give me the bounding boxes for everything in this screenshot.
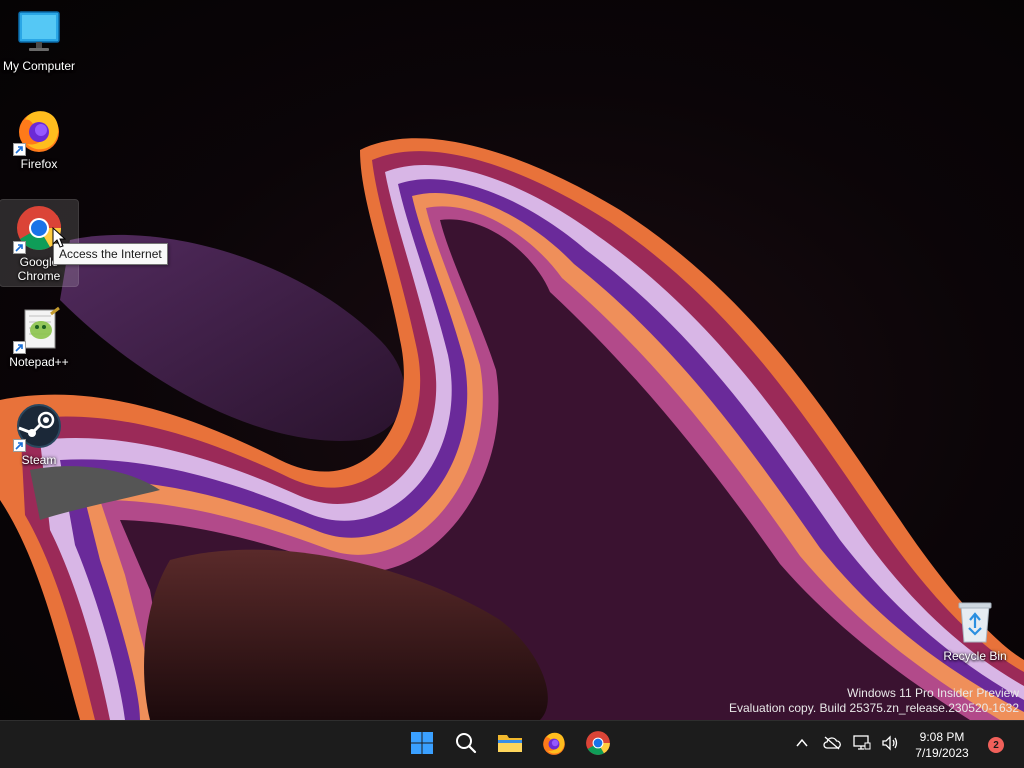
notification-badge[interactable]: 2 — [988, 737, 1004, 753]
chrome-tooltip: Access the Internet — [53, 243, 168, 265]
desktop-icon-notepadpp[interactable]: Notepad++ — [0, 300, 78, 369]
start-button[interactable] — [402, 725, 442, 765]
desktop-icon-label: Notepad++ — [9, 355, 69, 369]
watermark-build: Evaluation copy. Build 25375.zn_release.… — [729, 701, 1019, 715]
mouse-pointer-icon — [52, 226, 67, 254]
chrome-taskbar-button[interactable] — [578, 725, 618, 765]
onedrive-tray-button[interactable] — [816, 729, 848, 761]
windows-watermark: Windows 11 Pro Insider Preview Evaluatio… — [729, 686, 1019, 716]
search-button[interactable] — [446, 725, 486, 765]
file-explorer-button[interactable] — [490, 725, 530, 765]
volume-tray-button[interactable] — [876, 729, 904, 761]
firefox-icon — [541, 730, 567, 761]
desktop-icon-label: Firefox — [20, 157, 58, 171]
taskbar-clock[interactable]: 9:08 PM 7/19/2023 — [904, 729, 980, 761]
show-hidden-icons-button[interactable] — [788, 729, 816, 761]
watermark-edition: Windows 11 Pro Insider Preview — [847, 686, 1019, 700]
recycle-bin-icon — [951, 598, 999, 646]
shortcut-arrow-icon — [13, 241, 26, 254]
shortcut-arrow-icon — [13, 439, 26, 452]
chevron-up-icon — [795, 736, 809, 755]
shortcut-arrow-icon — [13, 143, 26, 156]
notepadpp-icon — [13, 304, 63, 354]
chrome-icon — [585, 730, 611, 761]
volume-icon — [881, 734, 899, 756]
taskbar-pinned-apps — [402, 721, 618, 768]
taskbar: 9:08 PM 7/19/2023 2 — [0, 720, 1024, 768]
folder-icon — [497, 731, 523, 760]
desktop-icon-firefox[interactable]: Firefox — [0, 102, 78, 171]
shortcut-arrow-icon — [13, 341, 26, 354]
windows-start-icon — [410, 731, 434, 760]
system-tray: 9:08 PM 7/19/2023 2 — [788, 721, 1024, 768]
clock-date: 7/19/2023 — [915, 746, 969, 760]
clock-time: 9:08 PM — [919, 730, 965, 744]
network-tray-button[interactable] — [848, 729, 876, 761]
cloud-offline-icon — [823, 736, 841, 755]
desktop-icon-my-computer[interactable]: My Computer — [0, 4, 78, 73]
desktop-icon-label: Recycle Bin — [943, 649, 1007, 663]
network-icon — [853, 734, 871, 756]
firefox-taskbar-button[interactable] — [534, 725, 574, 765]
firefox-icon — [13, 106, 63, 156]
desktop-icon-label: Steam — [21, 453, 57, 467]
desktop-icon-label: My Computer — [2, 59, 76, 73]
desktop-icon-steam[interactable]: Steam — [0, 398, 78, 467]
monitor-icon — [15, 8, 63, 56]
search-icon — [454, 731, 478, 760]
desktop-icon-recycle-bin[interactable]: Recycle Bin — [936, 594, 1014, 663]
steam-icon — [13, 402, 63, 452]
desktop-wallpaper — [0, 0, 1024, 720]
